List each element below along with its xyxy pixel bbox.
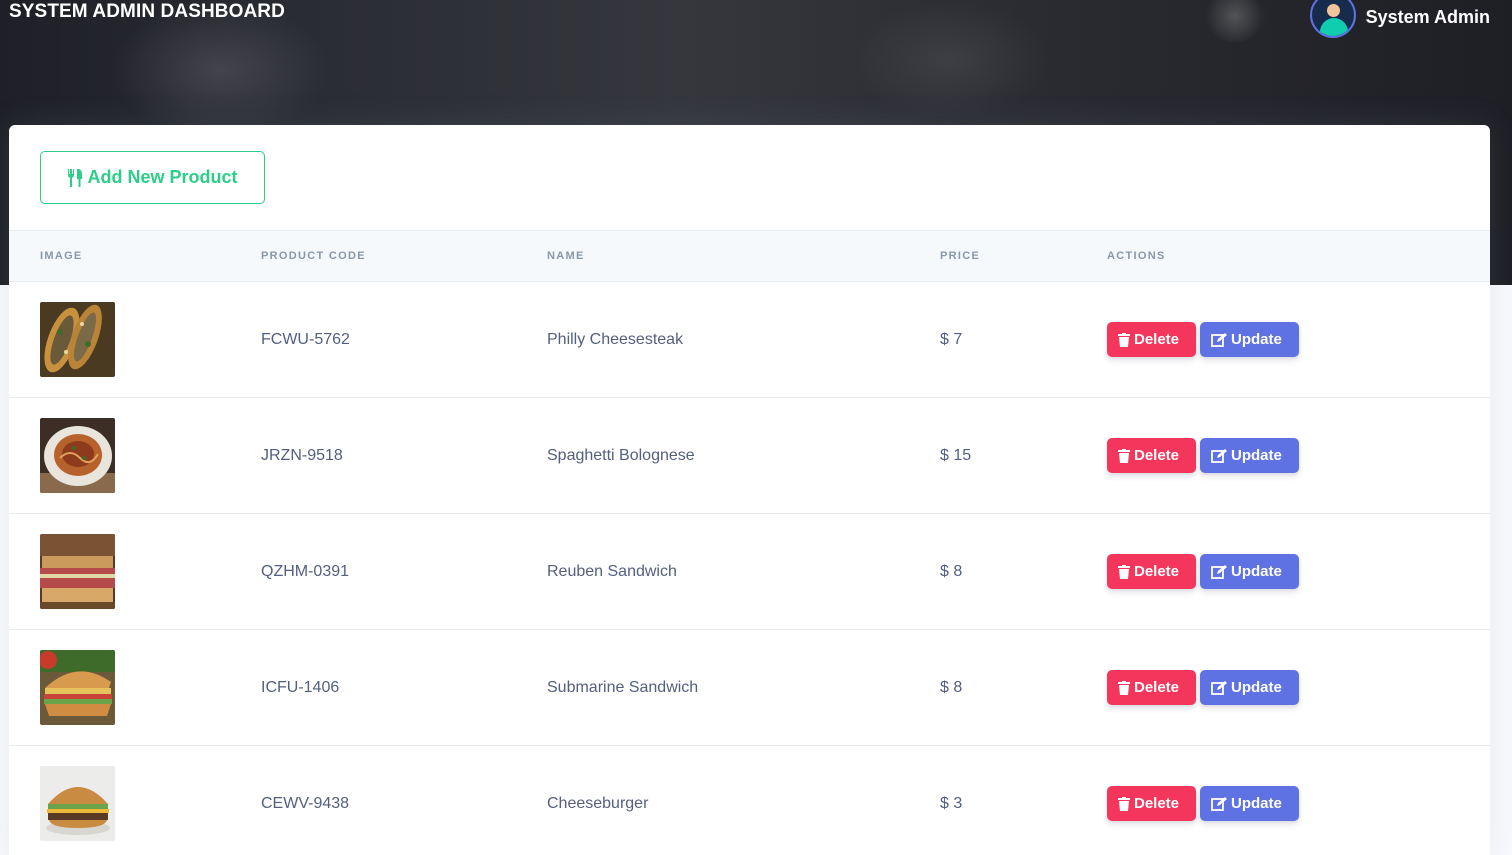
product-name-cell: Submarine Sandwich — [547, 678, 699, 696]
update-label: Update — [1231, 331, 1282, 348]
product-code-cell: QZHM-0391 — [261, 562, 350, 580]
trash-icon — [1118, 680, 1130, 695]
product-name-cell: Cheeseburger — [547, 794, 649, 812]
update-label: Update — [1231, 447, 1282, 464]
product-name-cell: Reuben Sandwich — [547, 562, 677, 580]
spaghetti-bolognese-photo — [40, 418, 115, 493]
edit-icon — [1211, 448, 1227, 463]
add-new-product-button[interactable]: Add New Product — [40, 151, 265, 204]
delete-button[interactable]: Delete — [1107, 554, 1196, 589]
column-header-name: NAME — [547, 250, 585, 262]
delete-button[interactable]: Delete — [1107, 786, 1196, 821]
update-label: Update — [1231, 679, 1282, 696]
edit-icon — [1211, 680, 1227, 695]
product-name-cell: Philly Cheesesteak — [547, 330, 684, 348]
product-code-cell: ICFU-1406 — [261, 678, 340, 696]
delete-button[interactable]: Delete — [1107, 670, 1196, 705]
delete-label: Delete — [1134, 447, 1180, 464]
edit-icon — [1211, 332, 1227, 347]
update-button[interactable]: Update — [1200, 786, 1299, 821]
table-row: ICFU-1406 Submarine Sandwich $ 8 Delete … — [9, 630, 1490, 746]
products-card: Add New Product IMAGE PRODUCT CODE NAME … — [9, 125, 1490, 855]
column-header-price: PRICE — [940, 250, 981, 262]
cheeseburger-photo — [40, 766, 115, 841]
header-bg-highlight — [850, 0, 1050, 120]
product-code-cell: JRZN-9518 — [261, 446, 343, 464]
column-header-image: IMAGE — [40, 250, 83, 262]
update-button[interactable]: Update — [1200, 438, 1299, 473]
delete-button[interactable]: Delete — [1107, 438, 1196, 473]
update-label: Update — [1231, 795, 1282, 812]
header-bg-lamp — [1205, 0, 1265, 42]
user-name[interactable]: System Admin — [1366, 7, 1490, 28]
trash-icon — [1118, 796, 1130, 811]
delete-button[interactable]: Delete — [1107, 322, 1196, 357]
product-price-cell: $ 15 — [940, 446, 972, 464]
table-row: FCWU-5762 Philly Cheesesteak $ 7 Delete … — [9, 282, 1490, 398]
add-new-product-label: Add New Product — [87, 167, 238, 187]
submarine-sandwich-photo — [40, 650, 115, 725]
product-price-cell: $ 8 — [940, 678, 963, 696]
table-header-row: IMAGE PRODUCT CODE NAME PRICE ACTIONS — [9, 230, 1490, 282]
delete-label: Delete — [1134, 679, 1180, 696]
user-avatar-icon[interactable] — [1309, 0, 1356, 38]
update-label: Update — [1231, 563, 1282, 580]
update-button[interactable]: Update — [1200, 670, 1299, 705]
edit-icon — [1211, 796, 1227, 811]
table-row: CEWV-9438 Cheeseburger $ 3 Delete Update — [9, 746, 1490, 855]
app-title[interactable]: SYSTEM ADMIN DASHBOARD — [9, 1, 285, 23]
table-row: JRZN-9518 Spaghetti Bolognese $ 15 Delet… — [9, 398, 1490, 514]
reuben-sandwich-photo — [40, 534, 115, 609]
trash-icon — [1118, 448, 1130, 463]
update-button[interactable]: Update — [1200, 554, 1299, 589]
user-menu[interactable]: System Admin — [1309, 0, 1490, 38]
delete-label: Delete — [1134, 563, 1180, 580]
philly-cheesesteak-photo — [40, 302, 115, 377]
product-price-cell: $ 3 — [940, 794, 963, 812]
update-button[interactable]: Update — [1200, 322, 1299, 357]
product-price-cell: $ 8 — [940, 562, 963, 580]
delete-label: Delete — [1134, 795, 1180, 812]
utensils-icon — [67, 168, 83, 187]
product-name-cell: Spaghetti Bolognese — [547, 446, 695, 464]
edit-icon — [1211, 564, 1227, 579]
column-header-actions: ACTIONS — [1107, 250, 1166, 262]
product-price-cell: $ 7 — [940, 330, 963, 348]
delete-label: Delete — [1134, 331, 1180, 348]
product-code-cell: FCWU-5762 — [261, 330, 350, 348]
trash-icon — [1118, 564, 1130, 579]
card-toolbar: Add New Product — [9, 125, 1490, 230]
table-row: QZHM-0391 Reuben Sandwich $ 8 Delete Upd… — [9, 514, 1490, 630]
products-table: IMAGE PRODUCT CODE NAME PRICE ACTIONS FC… — [9, 230, 1490, 855]
trash-icon — [1118, 332, 1130, 347]
column-header-product-code: PRODUCT CODE — [261, 250, 366, 262]
product-code-cell: CEWV-9438 — [261, 794, 350, 812]
